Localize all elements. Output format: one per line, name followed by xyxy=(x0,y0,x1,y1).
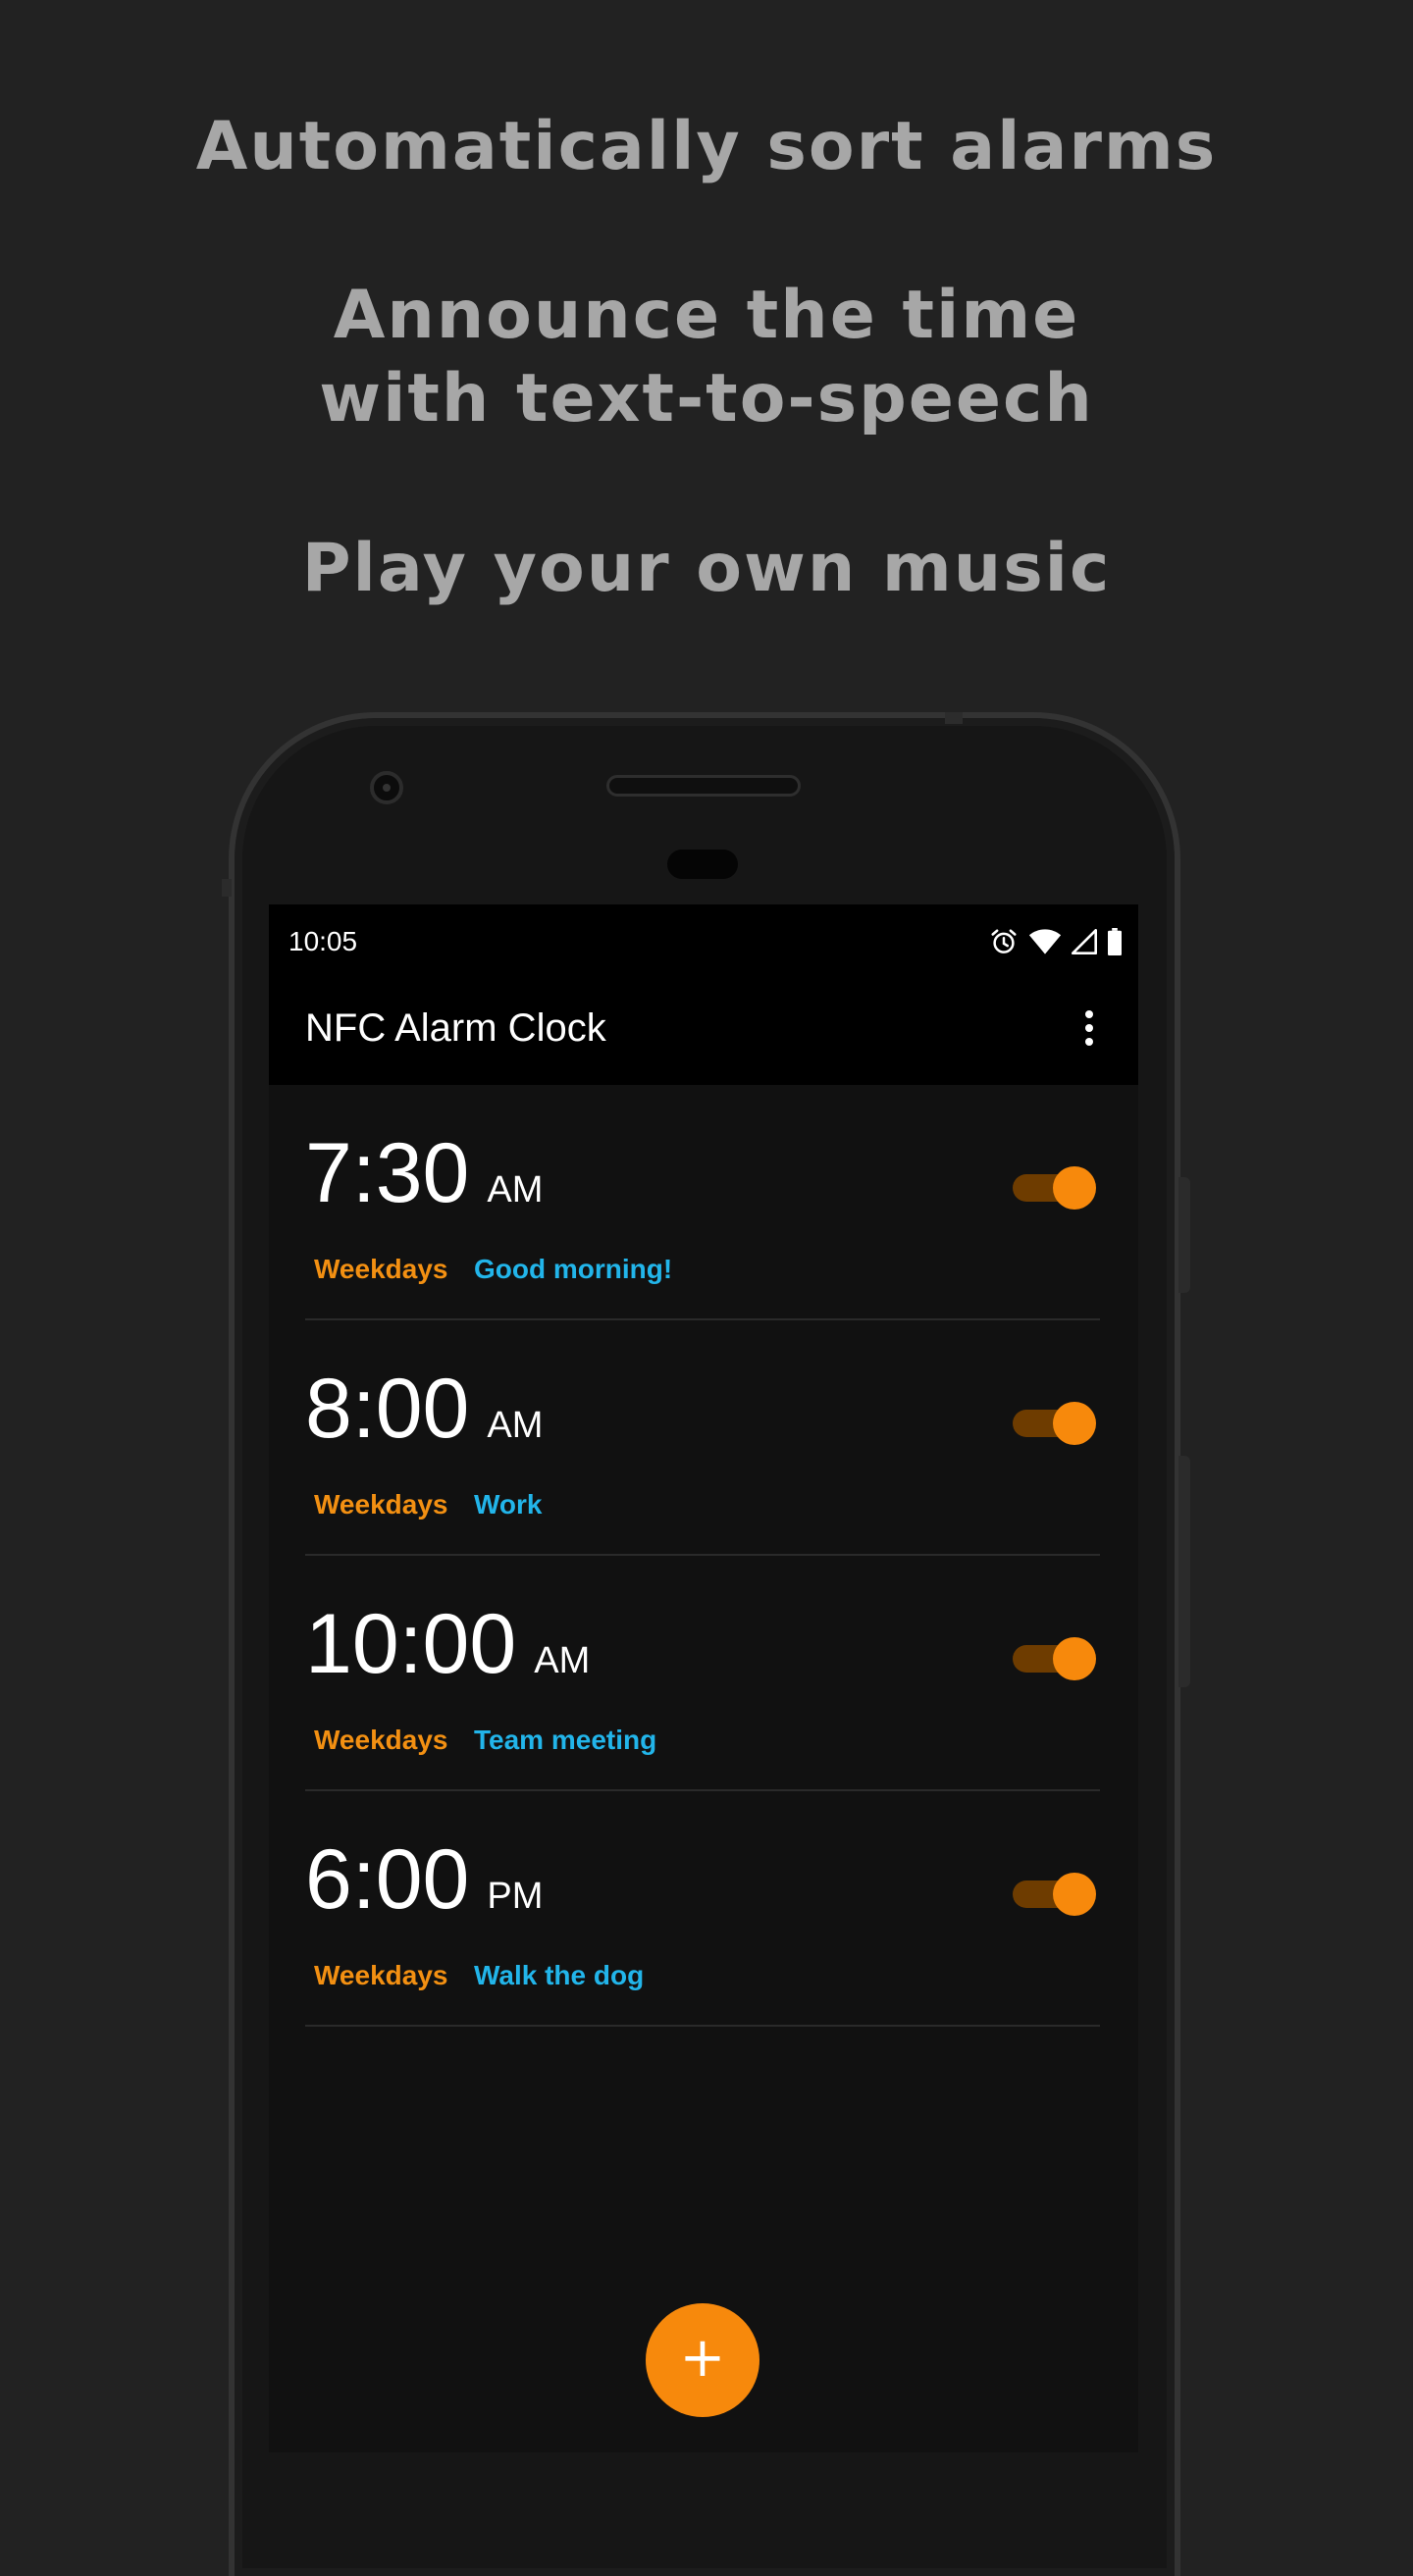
alarm-ampm: AM xyxy=(487,1169,544,1211)
promo-line-announce: Announce the time xyxy=(333,277,1080,354)
alarm-days: Weekdays xyxy=(314,1725,448,1755)
alarm-row[interactable]: 8:00 AM Weekdays Work xyxy=(305,1320,1100,1556)
alarm-label: Walk the dog xyxy=(474,1960,645,1990)
phone-antenna-band xyxy=(945,712,963,724)
promo-line-tts: with text-to-speech xyxy=(319,360,1094,438)
alarm-row[interactable]: 7:30 AM Weekdays Good morning! xyxy=(305,1085,1100,1320)
front-camera xyxy=(370,771,403,804)
alarm-toggle[interactable] xyxy=(1009,1870,1097,1917)
earpiece-speaker xyxy=(606,775,801,797)
alarm-ampm: PM xyxy=(487,1876,544,1917)
add-alarm-button[interactable]: + xyxy=(646,2303,759,2417)
wifi-icon xyxy=(1028,929,1062,954)
alarm-toggle[interactable] xyxy=(1009,1399,1097,1446)
alarm-label: Good morning! xyxy=(474,1254,673,1284)
alarm-days: Weekdays xyxy=(314,1254,448,1284)
status-bar: 10:05 xyxy=(269,904,1138,979)
add-icon: + xyxy=(679,2326,726,2390)
alarm-time: 7:30 AM xyxy=(305,1124,543,1239)
phone-left-band xyxy=(222,879,232,897)
alarm-row[interactable]: 10:00 AM Weekdays Team meeting xyxy=(305,1556,1100,1791)
alarm-time-value: 8:00 xyxy=(305,1362,470,1456)
status-icons xyxy=(989,924,1123,959)
alarm-toggle[interactable] xyxy=(1009,1163,1097,1211)
status-time: 10:05 xyxy=(288,926,358,956)
proximity-sensor xyxy=(667,850,738,879)
alarm-toggle[interactable] xyxy=(1009,1634,1097,1681)
alarm-row[interactable]: 6:00 PM Weekdays Walk the dog xyxy=(305,1791,1100,2027)
alarm-time: 8:00 AM xyxy=(305,1360,543,1474)
phone-screen: 10:05 NFC Alarm Clock 7:30 AM Weekdays G… xyxy=(269,904,1138,2452)
alarm-days: Weekdays xyxy=(314,1960,448,1990)
phone-power-button xyxy=(1178,1456,1190,1687)
alarm-time-value: 10:00 xyxy=(305,1597,517,1691)
alarm-ampm: AM xyxy=(534,1640,591,1681)
alarm-days: Weekdays xyxy=(314,1489,448,1520)
alarm-label: Team meeting xyxy=(474,1725,657,1755)
promo-line-music: Play your own music xyxy=(301,530,1112,607)
alarm-time-value: 6:00 xyxy=(305,1832,470,1927)
alarm-time: 10:00 AM xyxy=(305,1595,590,1710)
alarm-ampm: AM xyxy=(487,1405,544,1446)
alarm-time: 6:00 PM xyxy=(305,1830,543,1945)
app-bar: NFC Alarm Clock xyxy=(269,979,1138,1085)
alarm-label: Work xyxy=(474,1489,543,1520)
battery-icon xyxy=(1108,928,1122,955)
promo-line-sort: Automatically sort alarms xyxy=(195,108,1218,185)
cell-signal-icon xyxy=(1072,929,1097,954)
overflow-menu-icon[interactable] xyxy=(1070,1006,1109,1056)
alarm-icon xyxy=(991,929,1017,953)
phone-volume-button xyxy=(1178,1177,1190,1293)
alarm-time-value: 7:30 xyxy=(305,1126,470,1220)
app-title: NFC Alarm Clock xyxy=(305,1006,606,1050)
